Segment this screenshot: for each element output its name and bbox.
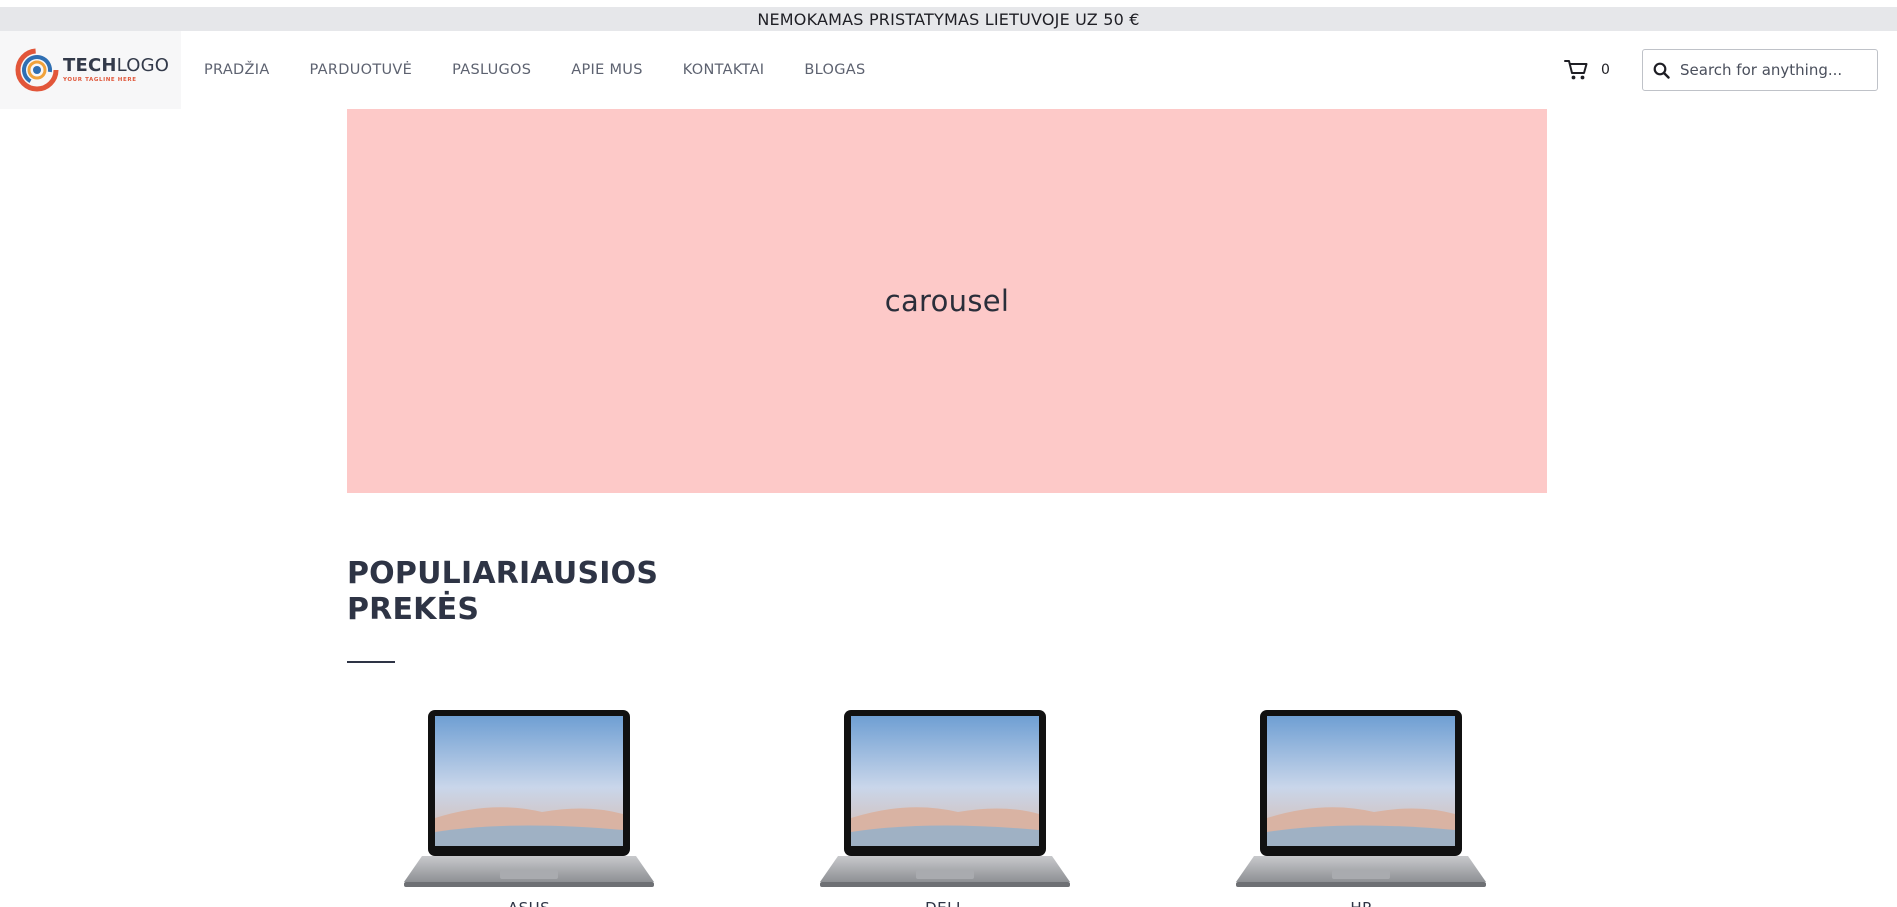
product-name[interactable]: ASUS <box>347 899 711 907</box>
nav-item-pradzia[interactable]: PRADŽIA <box>204 62 270 78</box>
carousel-label: carousel <box>884 284 1010 318</box>
logo-word-bold: TECH <box>63 54 117 76</box>
cart-button[interactable]: 0 <box>1564 59 1610 81</box>
logo-word-light: LOGO <box>116 54 170 76</box>
section-title-line2: PREKĖS <box>347 592 480 627</box>
product-grid: ASUS DELL <box>347 700 1547 907</box>
product-card[interactable]: HP <box>1179 700 1579 907</box>
cart-icon <box>1564 60 1588 80</box>
logo-mark-icon <box>15 48 59 92</box>
product-name[interactable]: HP <box>1179 899 1543 907</box>
nav-item-paslugos[interactable]: PASLUGOS <box>452 62 531 78</box>
product-card[interactable]: DELL <box>763 700 1163 907</box>
nav-item-blogas[interactable]: BLOGAS <box>804 62 865 78</box>
logo[interactable]: TECHLOGO YOUR TAGLINE HERE <box>0 31 181 109</box>
section-title: POPULIARIAUSIOS PREKĖS <box>347 556 677 628</box>
section-title-line1: POPULIARIAUSIOS <box>347 556 659 591</box>
product-name[interactable]: DELL <box>763 899 1127 907</box>
nav-item-apie-mus[interactable]: APIE MUS <box>571 62 642 78</box>
section-divider <box>347 661 395 663</box>
search-box <box>1642 49 1878 91</box>
top-strip <box>0 0 1897 7</box>
nav-item-parduotuve[interactable]: PARDUOTUVĖ <box>310 62 413 78</box>
search-input[interactable] <box>1680 61 1870 79</box>
laptop-image <box>820 710 1070 887</box>
carousel[interactable]: carousel <box>347 109 1547 493</box>
laptop-image <box>1236 710 1486 887</box>
laptop-image <box>404 710 654 887</box>
main-nav: PRADŽIA PARDUOTUVĖ PASLUGOS APIE MUS KON… <box>204 31 905 109</box>
cart-count: 0 <box>1601 62 1610 78</box>
logo-tagline: YOUR TAGLINE HERE <box>63 76 137 83</box>
product-card[interactable]: ASUS <box>347 700 747 907</box>
nav-item-kontaktai[interactable]: KONTAKTAI <box>683 62 765 78</box>
announcement-text: NEMOKAMAS PRISTATYMAS LIETUVOJE UZ 50 € <box>757 9 1140 29</box>
announcement-bar: NEMOKAMAS PRISTATYMAS LIETUVOJE UZ 50 € <box>0 7 1897 31</box>
search-icon[interactable] <box>1653 62 1670 79</box>
site-header: TECHLOGO YOUR TAGLINE HERE PRADŽIA PARDU… <box>0 31 1897 109</box>
